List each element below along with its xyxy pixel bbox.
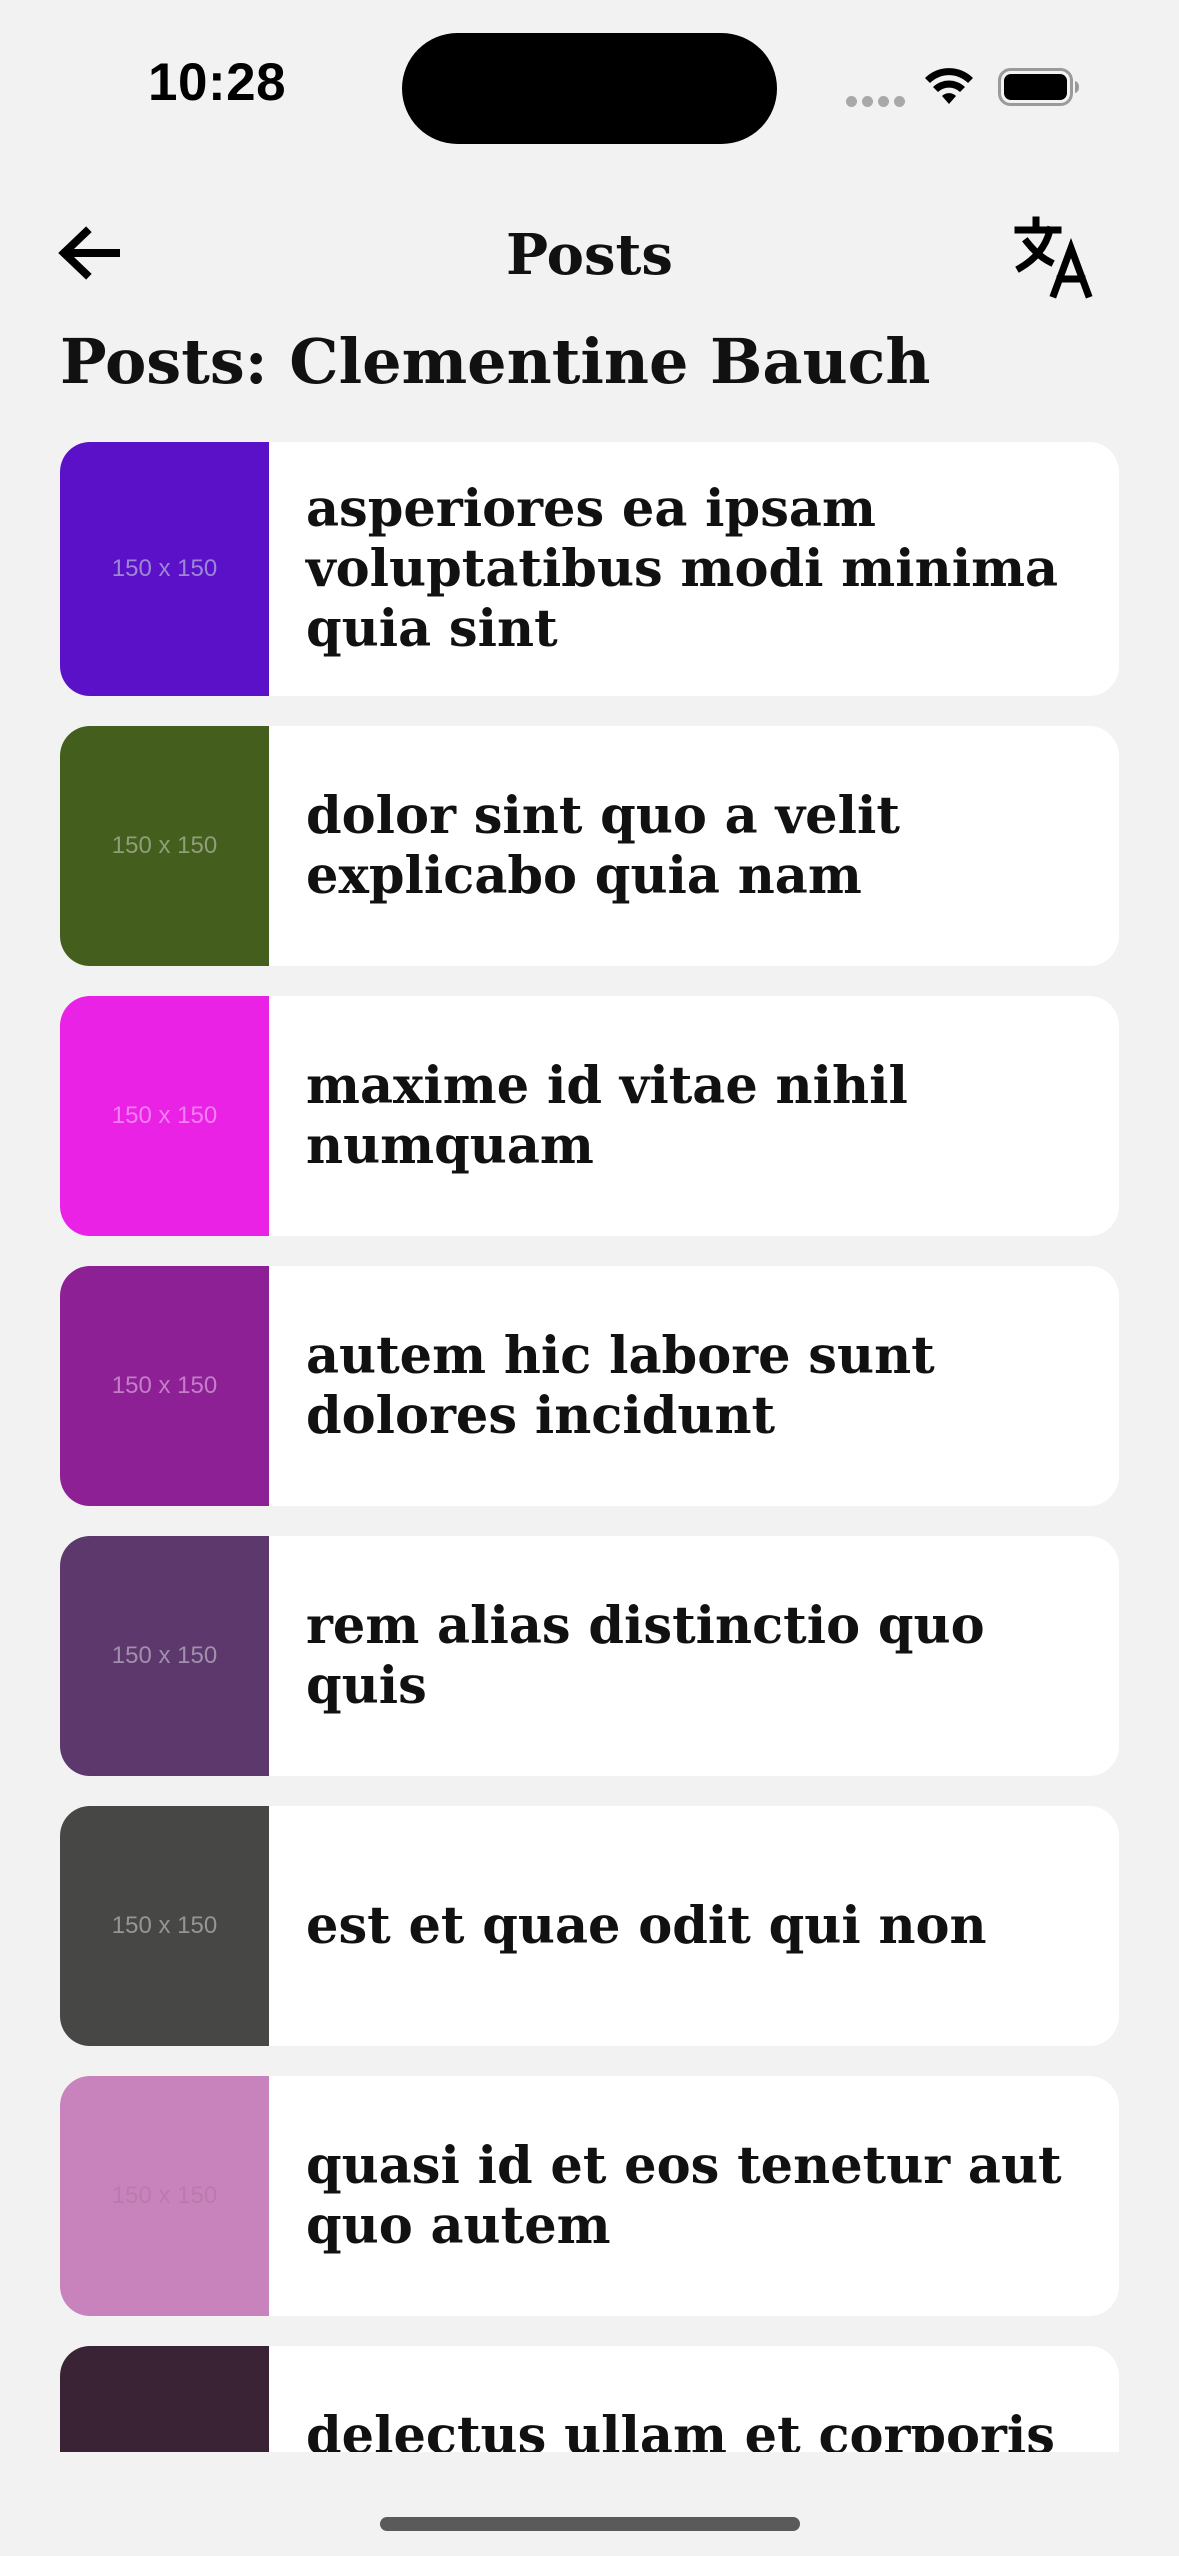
post-title: est et quae odit qui non <box>306 1896 987 1956</box>
status-time: 10:28 <box>148 53 287 112</box>
post-card[interactable]: 150 x 150 delectus ullam et corporis nul… <box>60 2346 1119 2452</box>
post-thumbnail: 150 x 150 <box>60 726 269 966</box>
post-card[interactable]: 150 x 150 rem alias distinctio quo quis <box>60 1536 1119 1776</box>
post-thumbnail: 150 x 150 <box>60 1536 269 1776</box>
post-thumbnail: 150 x 150 <box>60 1806 269 2046</box>
page-heading: Posts: Clementine Bauch <box>60 325 931 398</box>
post-list[interactable]: 150 x 150 asperiores ea ipsam voluptatib… <box>60 442 1119 2452</box>
post-thumbnail: 150 x 150 <box>60 1266 269 1506</box>
post-card[interactable]: 150 x 150 maxime id vitae nihil numquam <box>60 996 1119 1236</box>
post-title: maxime id vitae nihil numquam <box>306 1056 908 1176</box>
dynamic-island <box>402 33 777 144</box>
post-title: quasi id et eos tenetur aut quo autem <box>306 2136 1062 2256</box>
post-title: asperiores ea ipsam voluptatibus modi mi… <box>306 479 1059 659</box>
post-title: delectus ullam et corporis nulla <box>306 2406 1056 2452</box>
home-indicator <box>380 2517 800 2531</box>
nav-title: Posts <box>506 222 673 288</box>
post-card[interactable]: 150 x 150 autem hic labore sunt dolores … <box>60 1266 1119 1506</box>
navigation-bar: Posts <box>0 190 1179 320</box>
wifi-icon <box>925 68 973 104</box>
battery-icon <box>998 68 1079 106</box>
post-title: rem alias distinctio quo quis <box>306 1596 985 1716</box>
post-thumbnail: 150 x 150 <box>60 2346 269 2452</box>
post-thumbnail: 150 x 150 <box>60 442 269 696</box>
cellular-icon <box>846 96 906 108</box>
post-card[interactable]: 150 x 150 dolor sint quo a velit explica… <box>60 726 1119 966</box>
translate-icon <box>1014 216 1093 299</box>
post-title: dolor sint quo a velit explicabo quia na… <box>306 786 900 906</box>
post-title: autem hic labore sunt dolores incidunt <box>306 1326 935 1446</box>
translate-button[interactable] <box>1010 210 1100 300</box>
post-thumbnail: 150 x 150 <box>60 2076 269 2316</box>
post-card[interactable]: 150 x 150 est et quae odit qui non <box>60 1806 1119 2046</box>
status-bar: 10:28 <box>0 0 1179 150</box>
post-thumbnail: 150 x 150 <box>60 996 269 1236</box>
post-card[interactable]: 150 x 150 quasi id et eos tenetur aut qu… <box>60 2076 1119 2316</box>
post-card[interactable]: 150 x 150 asperiores ea ipsam voluptatib… <box>60 442 1119 696</box>
